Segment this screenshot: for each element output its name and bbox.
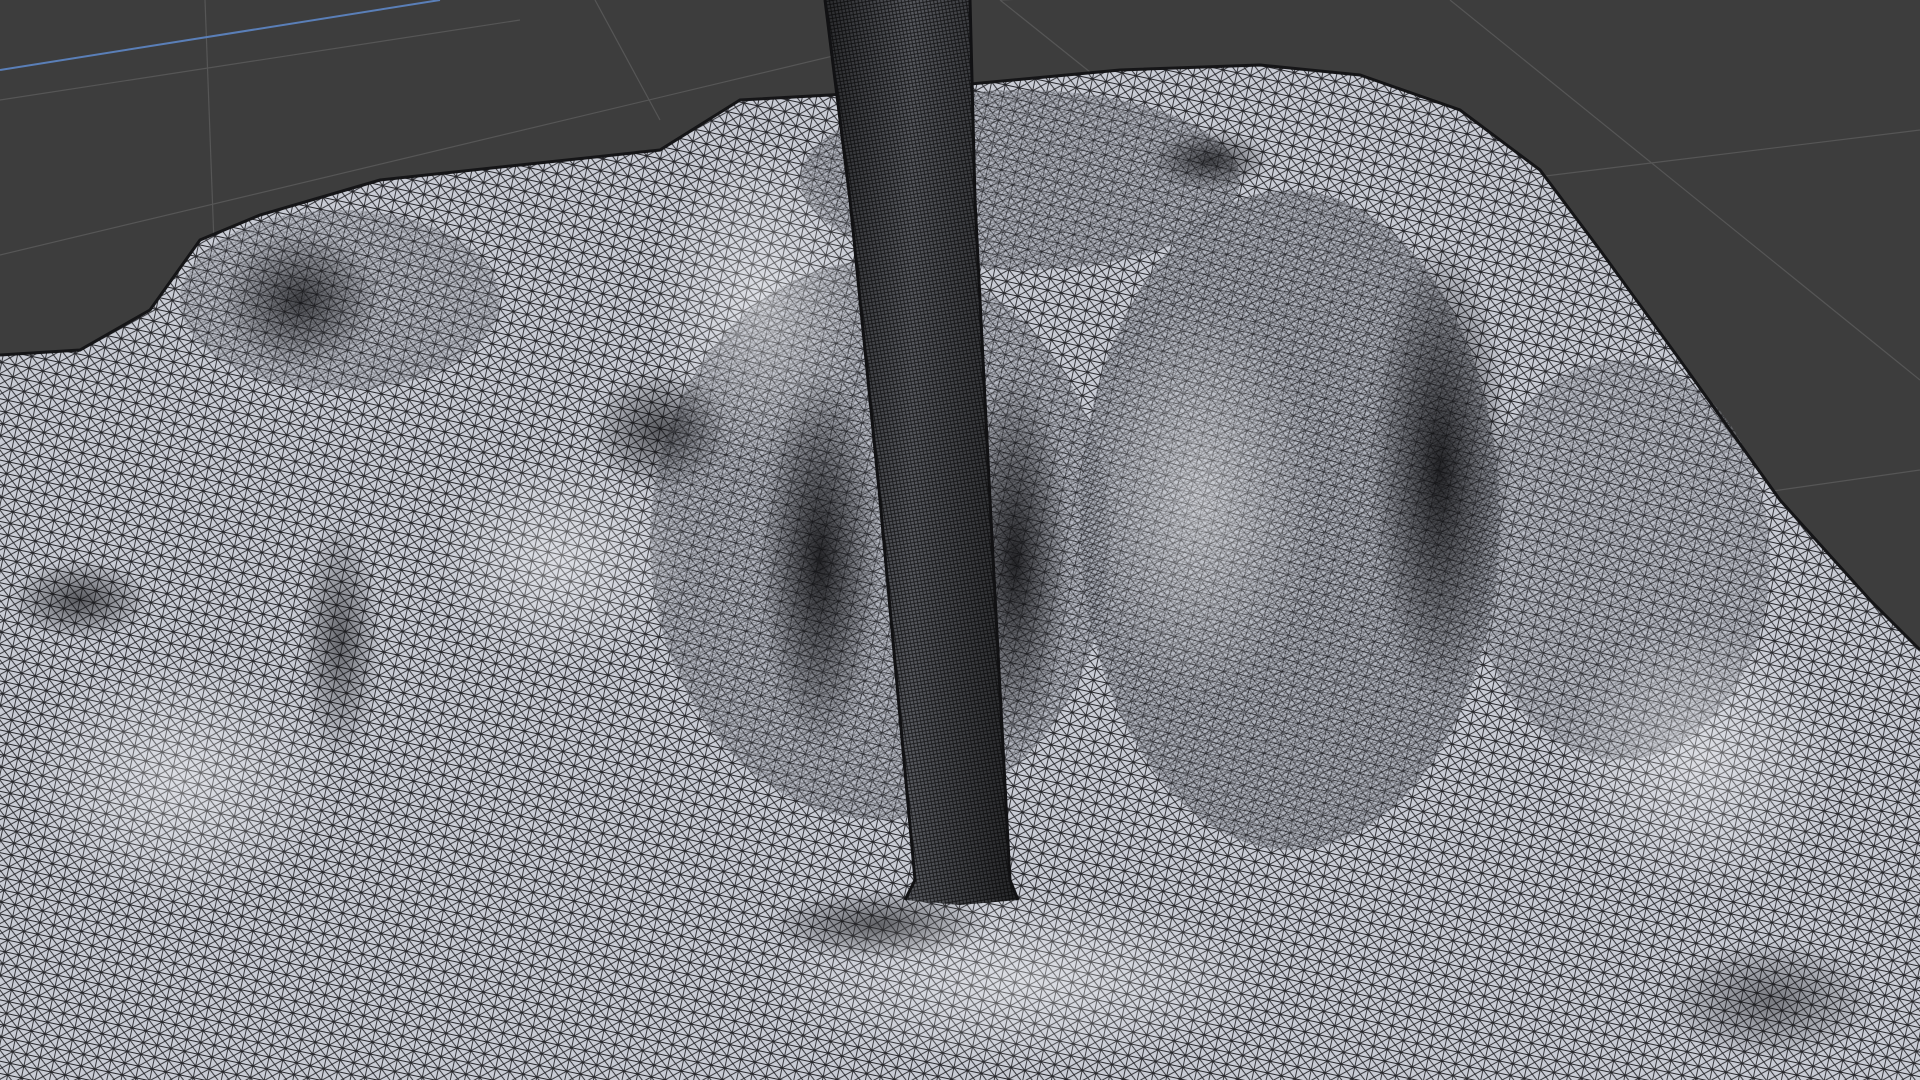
viewport-canvas[interactable]	[0, 0, 1920, 1080]
3d-viewport[interactable]	[0, 0, 1920, 1080]
